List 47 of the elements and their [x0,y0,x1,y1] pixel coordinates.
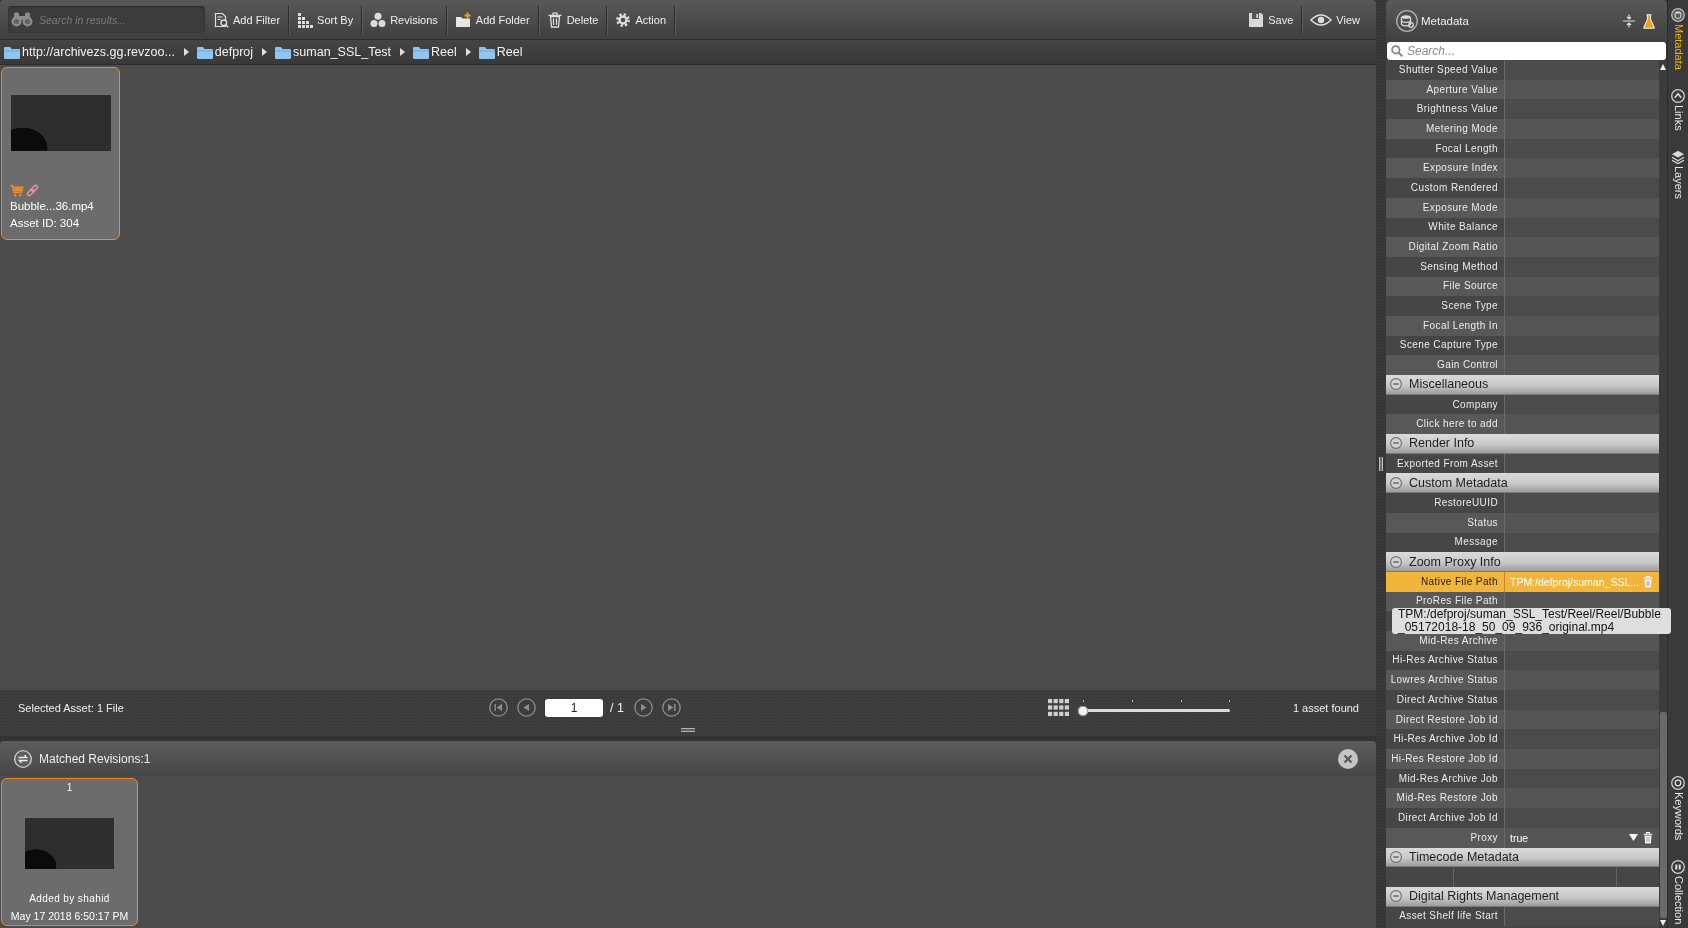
panel-title: Metadata [1421,15,1469,27]
field-label: Mid-Res Restore Job [1396,792,1498,805]
field-label: Native File Path [1421,575,1498,588]
field-label: Scene Capture Type [1399,339,1498,352]
revision-number: 1 [66,782,73,794]
field-label: Direct Archive Job Id [1397,811,1498,824]
field-label: Brightness Value [1416,103,1498,116]
field-label: Sensing Method [1420,260,1498,273]
field-label: Mid-Res Archive Job [1398,772,1498,785]
field-label: Asset Shelf life Start [1399,910,1498,923]
field-label: Exposure Index [1422,162,1498,175]
tooltip: TPM:/defproj/suman_SSL_Test/Reel/Reel/Bubble_05172018-18_50_09_936_original.mp4 [1392,608,1671,635]
field-label: Exported From Asset [1397,457,1498,470]
field-label: Company [1452,398,1498,411]
field-label: Scene Type [1441,300,1498,313]
field-label: Hi-Res Archive Status [1392,654,1498,667]
field-label: Hi-Res Restore Job Id [1391,752,1498,765]
field-label: Custom Rendered [1410,181,1498,194]
field-label: Message [1454,536,1498,549]
field-label: Focal Length In [1423,319,1498,332]
field-label: Status [1467,516,1498,529]
file-name: Bubble...36.mp4 [10,200,94,213]
revision-date: May 17 2018 6:50:17 PM [10,910,129,922]
field-label: Proxy [1470,831,1498,844]
field-label: Direct Restore Job Id [1395,713,1498,726]
field-label: Lowres Archive Status [1390,674,1498,687]
added-by-text: Added by shahid [29,893,110,905]
asset-id-text: Asset ID: 304 [10,217,80,230]
field-label: File Source [1443,280,1498,293]
field-label: Exposure Mode [1422,201,1498,214]
page-total: / 1 [610,700,624,715]
field-label: RestoreUUID [1434,496,1498,509]
field-label: Gain Control [1437,359,1498,372]
revisions-title: Matched Revisions:1 [39,751,151,766]
selection-status: Selected Asset: 1 File [18,701,124,714]
field-label: Digital Zoom Ratio [1408,241,1498,254]
field-label: White Balance [1428,221,1498,234]
field-label: Metering Mode [1426,122,1498,135]
field-label: Shutter Speed Value [1398,63,1498,76]
field-label: Mid-Res Archive [1419,634,1498,647]
field-label: Aperture Value [1426,83,1498,96]
field-label: Click here to add [1416,418,1498,431]
field-label: Focal Length [1435,142,1498,155]
asset-count: 1 asset found [1292,701,1359,714]
field-label: Direct Archive Status [1396,693,1498,706]
field-label: Hi-Res Archive Job Id [1393,733,1498,746]
field-label: ProRes File Path [1416,595,1498,608]
